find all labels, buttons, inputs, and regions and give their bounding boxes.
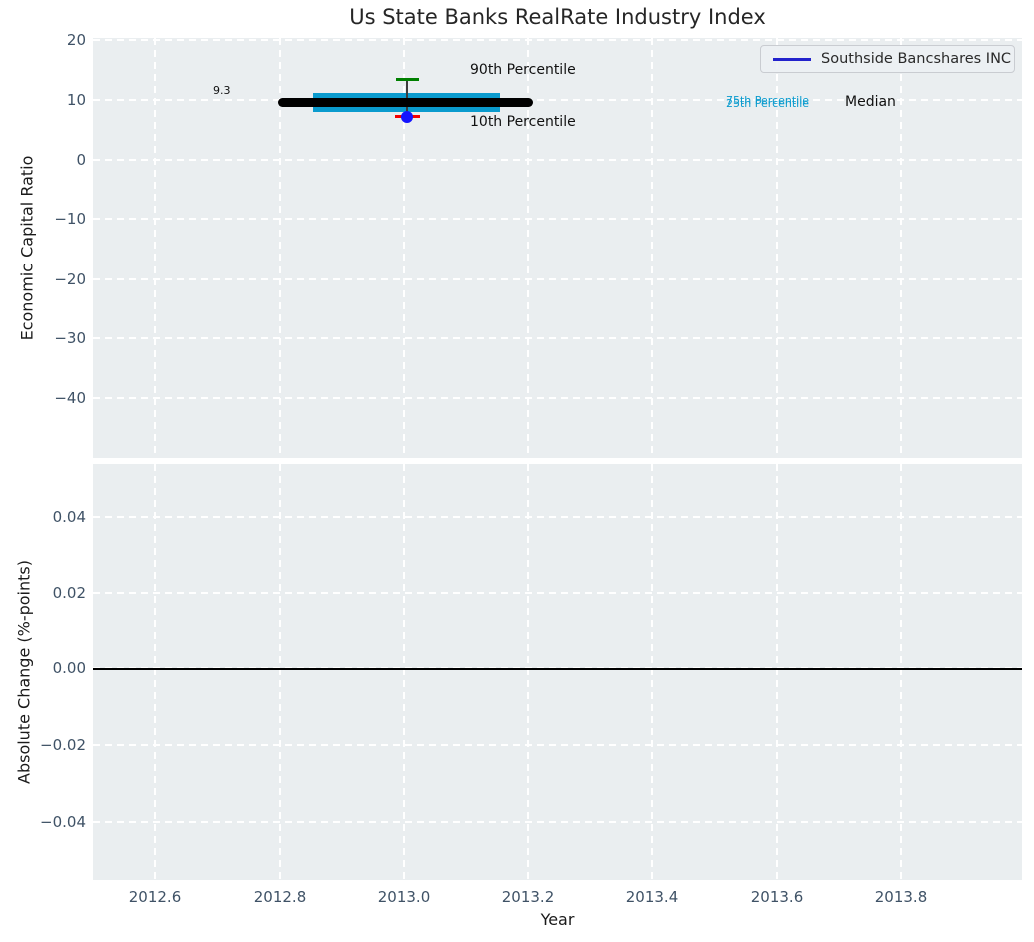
y-tick-label: 0.02 [52, 584, 86, 602]
gridline [93, 218, 1022, 220]
y-tick-label: 0.04 [52, 508, 86, 526]
gridline [651, 38, 653, 458]
p10-annotation: 10th Percentile [470, 114, 576, 130]
y-tick-label: −10 [54, 210, 86, 228]
gridline [93, 159, 1022, 161]
p25-annotation: 25th Percentile [726, 97, 810, 110]
x-tick-label: 2012.6 [128, 888, 182, 906]
x-tick-label: 2013.8 [874, 888, 928, 906]
gridline [651, 464, 653, 880]
top-y-axis-label: Economic Capital Ratio [17, 155, 37, 341]
x-axis-label: Year [540, 910, 575, 929]
p90-annotation: 90th Percentile [470, 62, 576, 78]
median-annotation: Median [845, 94, 896, 110]
median-value-annotation: 9.3 [213, 84, 231, 97]
chart-title: Us State Banks RealRate Industry Index [349, 5, 766, 29]
gridline [527, 464, 529, 880]
gridline [93, 397, 1022, 399]
median-line [278, 98, 533, 107]
gridline [403, 464, 405, 880]
gridline [93, 592, 1022, 594]
gridline [154, 464, 156, 880]
x-tick-label: 2013.6 [750, 888, 804, 906]
y-tick-label: −40 [54, 389, 86, 407]
gridline [93, 821, 1022, 823]
gridline [900, 464, 902, 880]
y-tick-label: 0 [76, 151, 86, 169]
x-tick-label: 2013.0 [377, 888, 431, 906]
gridline [154, 38, 156, 458]
y-tick-label: −30 [54, 329, 86, 347]
legend: Southside Bancshares INC [760, 45, 1015, 73]
y-tick-label: −0.02 [40, 736, 86, 754]
top-axes: 9.3 90th Percentile 10th Percentile 75th… [93, 38, 1022, 458]
y-tick-label: 20 [66, 31, 86, 49]
bottom-y-axis-label: Absolute Change (%-points) [14, 560, 34, 784]
y-tick-label: −0.04 [40, 813, 86, 831]
x-tick-label: 2012.8 [253, 888, 307, 906]
x-tick-label: 2013.2 [501, 888, 555, 906]
bottom-axes [93, 464, 1022, 880]
y-tick-label: 10 [66, 91, 86, 109]
company-marker [401, 111, 413, 123]
p90-cap [396, 78, 419, 81]
gridline [93, 337, 1022, 339]
legend-line-swatch [773, 57, 811, 61]
gridline [93, 39, 1022, 41]
gridline [279, 464, 281, 880]
x-tick-label: 2013.4 [625, 888, 679, 906]
gridline [93, 744, 1022, 746]
gridline [93, 516, 1022, 518]
zero-line [93, 668, 1022, 670]
gridline [900, 38, 902, 458]
gridline [776, 464, 778, 880]
gridline [93, 278, 1022, 280]
legend-label: Southside Bancshares INC [821, 51, 1012, 67]
figure: Us State Banks RealRate Industry Index 9… [0, 0, 1034, 942]
y-tick-label: 0.00 [52, 659, 86, 677]
y-tick-label: −20 [54, 270, 86, 288]
